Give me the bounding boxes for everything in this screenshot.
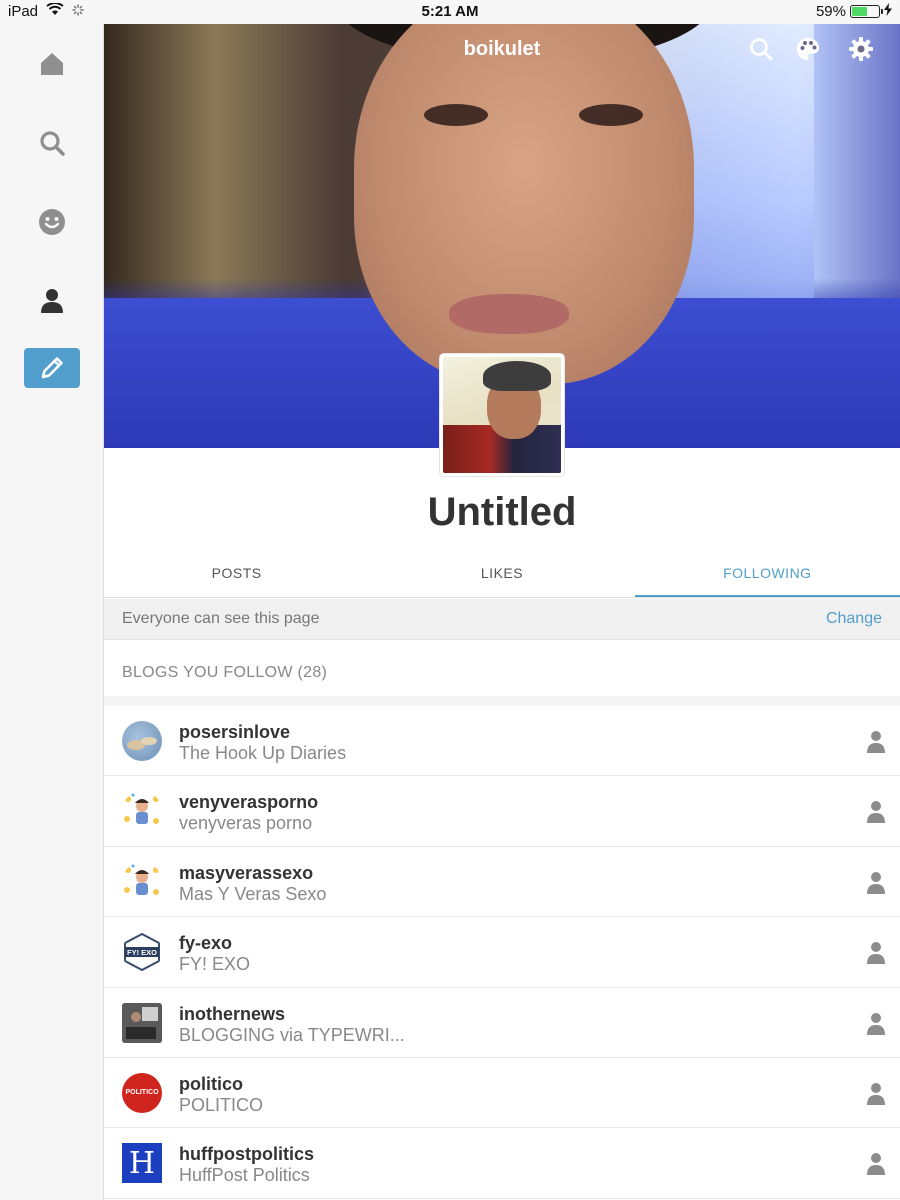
following-heading-text: BLOGS YOU FOLLOW (28) (122, 664, 328, 681)
list-item[interactable]: masyverassexo Mas Y Veras Sexo (104, 847, 900, 918)
blog-title: Mas Y Veras Sexo (179, 883, 327, 904)
following-list: posersinlove The Hook Up Diaries venyver… (104, 706, 900, 1199)
fy-exo-logo-text: FY! EXO (127, 948, 157, 957)
profile-avatar[interactable] (440, 354, 564, 476)
user-icon[interactable] (866, 1082, 886, 1106)
profile-tabs: POSTS LIKES FOLLOWING (104, 548, 900, 598)
status-bar: iPad 5:21 AM 59% (0, 0, 900, 24)
change-visibility-button[interactable]: Change (826, 610, 882, 628)
user-icon[interactable] (866, 1012, 886, 1036)
compose-button[interactable] (24, 348, 80, 388)
avatar-photo (443, 357, 561, 473)
nav-account-button[interactable] (24, 281, 80, 321)
following-heading: BLOGS YOU FOLLOW (28) (104, 640, 900, 696)
page-title: Untitled (427, 490, 577, 534)
list-item[interactable]: POLITICO politico POLITICO (104, 1058, 900, 1129)
blog-name: fy-exo (179, 933, 233, 954)
blog-title: venyveras porno (179, 813, 313, 834)
list-item[interactable]: H huffpostpolitics HuffPost Politics (104, 1128, 900, 1199)
search-icon (40, 131, 65, 156)
pencil-icon (41, 357, 63, 379)
clock: 5:21 AM (421, 3, 479, 20)
tab-posts[interactable]: POSTS (104, 548, 369, 597)
blog-name: masyverassexo (179, 862, 314, 883)
user-icon[interactable] (866, 730, 886, 754)
user-icon[interactable] (866, 1152, 886, 1176)
user-icon[interactable] (866, 871, 886, 895)
blog-title: The Hook Up Diaries (179, 743, 347, 763)
blog-name: posersinlove (179, 722, 291, 742)
gear-icon[interactable] (848, 36, 874, 62)
sidebar (0, 24, 104, 1200)
blog-title: POLITICO (179, 1094, 264, 1115)
blog-title: BLOGGING via TYPEWRI... (179, 1024, 405, 1045)
visibility-banner: Everyone can see this page Change (104, 599, 900, 640)
search-icon[interactable] (748, 36, 774, 62)
nav-activity-button[interactable] (24, 202, 80, 242)
nav-search-button[interactable] (24, 123, 80, 163)
visibility-text: Everyone can see this page (122, 610, 320, 627)
blog-avatar (122, 791, 162, 832)
blog-name: venyverasporno (179, 792, 319, 813)
tab-likes[interactable]: LIKES (369, 548, 634, 597)
smiley-icon (39, 209, 65, 235)
blog-name: politico (179, 1073, 243, 1094)
user-icon[interactable] (866, 800, 886, 824)
palette-icon[interactable] (795, 36, 821, 62)
blog-title: HuffPost Politics (179, 1165, 310, 1186)
nav-home-button[interactable] (24, 44, 80, 84)
battery-level (852, 7, 868, 16)
home-icon (41, 53, 63, 75)
list-item[interactable]: FY! EXO fy-exo FY! EXO (104, 917, 900, 988)
blog-avatar: POLITICO (122, 1072, 162, 1113)
battery-icon (850, 5, 883, 18)
user-icon[interactable] (866, 941, 886, 965)
blog-title: FY! EXO (179, 954, 251, 975)
blog-avatar: H (122, 1143, 162, 1184)
blog-name: huffpostpolitics (179, 1144, 314, 1165)
list-item[interactable]: inothernews BLOGGING via TYPEWRI... (104, 988, 900, 1058)
account-icon (41, 289, 63, 313)
list-item[interactable]: posersinlove The Hook Up Diaries (104, 706, 900, 777)
tab-following[interactable]: FOLLOWING (634, 548, 900, 597)
charging-icon (884, 3, 892, 20)
blog-name: inothernews (179, 1003, 286, 1024)
blog-avatar: FY! EXO (122, 932, 162, 973)
blog-avatar (122, 861, 162, 902)
battery-percent: 59% (815, 3, 846, 20)
blog-avatar (122, 721, 162, 761)
blog-avatar (122, 1002, 162, 1043)
list-item[interactable]: venyverasporno venyveras porno (104, 776, 900, 847)
blog-name: boikulet (463, 38, 541, 60)
